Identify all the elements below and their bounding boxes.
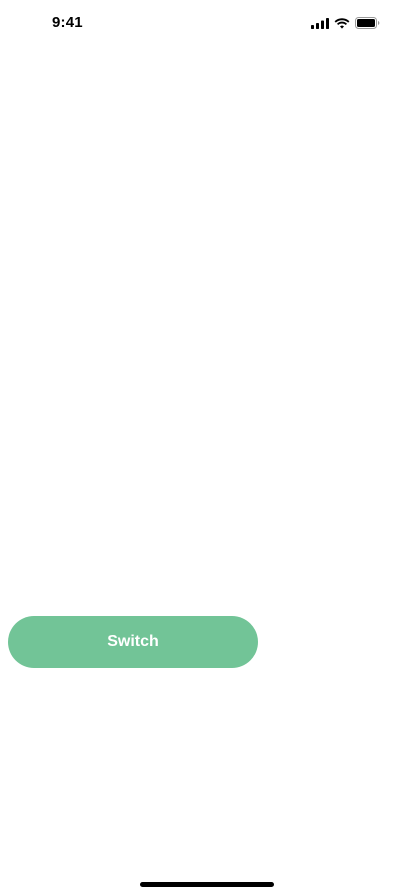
wifi-icon <box>334 17 350 29</box>
cellular-signal-icon <box>311 17 329 29</box>
status-bar: 9:41 <box>0 0 414 44</box>
status-icons <box>311 16 380 30</box>
status-time: 9:41 <box>52 14 83 31</box>
switch-button[interactable]: Switch <box>8 616 258 668</box>
battery-icon <box>355 17 380 29</box>
home-indicator <box>140 882 274 887</box>
